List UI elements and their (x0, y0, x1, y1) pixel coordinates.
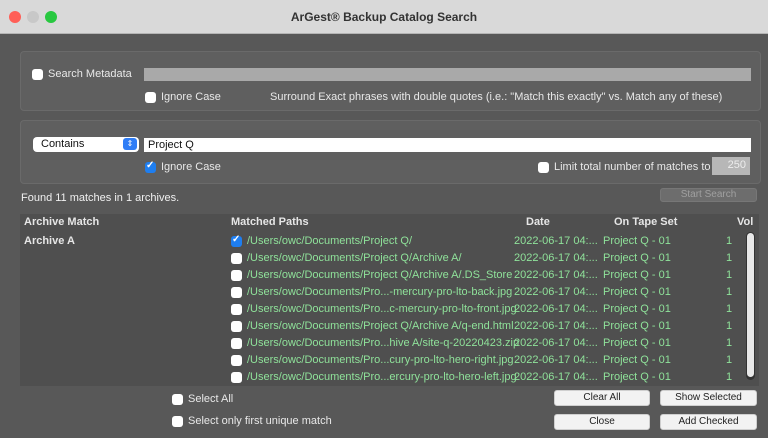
row-path: /Users/owc/Documents/Project Q/Archive A… (247, 320, 514, 332)
table-row[interactable]: /Users/owc/Documents/Pro...hive A/site-q… (20, 334, 759, 352)
column-header-tape[interactable]: On Tape Set (614, 216, 677, 228)
row-path: /Users/owc/Documents/Pro...-mercury-pro-… (247, 286, 513, 298)
results-status-text: Found 11 matches in 1 archives. (21, 192, 180, 204)
row-checkbox[interactable] (231, 338, 242, 349)
search-query-input[interactable]: Project Q (144, 138, 751, 152)
table-row[interactable]: /Users/owc/Documents/Project Q/Archive A… (20, 266, 759, 284)
match-mode-value: Contains (41, 138, 85, 150)
row-checkbox[interactable] (231, 253, 242, 264)
results-scrollbar[interactable] (746, 232, 755, 380)
window-title: ArGest® Backup Catalog Search (290, 10, 478, 24)
row-tape: Project Q - 01 (603, 235, 671, 247)
table-row[interactable]: /Users/owc/Documents/Pro...c-mercury-pro… (20, 300, 759, 318)
table-row[interactable]: /Users/owc/Documents/Project Q/Archive A… (20, 317, 759, 335)
row-vol: 1 (726, 320, 733, 332)
row-vol: 1 (726, 252, 733, 264)
row-path: /Users/owc/Documents/Project Q/Archive A… (247, 252, 462, 264)
close-button[interactable]: Close (554, 414, 650, 430)
row-tape: Project Q - 01 (603, 269, 671, 281)
add-checked-button[interactable]: Add Checked (660, 414, 757, 430)
match-mode-select[interactable]: Contains ⇕ (33, 137, 139, 152)
metadata-input[interactable] (144, 68, 751, 81)
results-scrollbar-thumb[interactable] (747, 233, 754, 377)
row-checkbox[interactable] (231, 372, 242, 383)
row-vol: 1 (726, 303, 733, 315)
row-checkbox[interactable] (231, 321, 242, 332)
column-header-vol[interactable]: Vol (737, 216, 753, 228)
row-checkbox[interactable] (231, 270, 242, 281)
row-path: /Users/owc/Documents/Pro...hive A/site-q… (247, 337, 520, 349)
row-vol: 1 (726, 235, 733, 247)
row-path: /Users/owc/Documents/Pro...ercury-pro-lt… (247, 371, 517, 383)
row-vol: 1 (726, 354, 733, 366)
query-panel (20, 120, 761, 184)
row-path: /Users/owc/Documents/Pro...c-mercury-pro… (247, 303, 517, 315)
row-date: 2022-06-17 04:... (514, 337, 598, 349)
row-date: 2022-06-17 04:... (514, 354, 598, 366)
query-ignore-case-label: Ignore Case (161, 161, 221, 173)
metadata-ignore-case-label: Ignore Case (161, 91, 221, 103)
row-path: /Users/owc/Documents/Project Q/Archive A… (247, 269, 513, 281)
select-first-unique-label: Select only first unique match (188, 415, 332, 427)
row-vol: 1 (726, 286, 733, 298)
column-header-paths[interactable]: Matched Paths (231, 216, 309, 228)
row-tape: Project Q - 01 (603, 252, 671, 264)
row-path: /Users/owc/Documents/Project Q/ (247, 235, 413, 247)
limit-matches-label: Limit total number of matches to (554, 161, 711, 173)
row-vol: 1 (726, 337, 733, 349)
row-tape: Project Q - 01 (603, 303, 671, 315)
table-row[interactable]: /Users/owc/Documents/Pro...cury-pro-lto-… (20, 351, 759, 369)
results-table: Archive Match Matched Paths Date On Tape… (20, 214, 759, 386)
title-bar: ArGest® Backup Catalog Search (0, 0, 768, 34)
row-vol: 1 (726, 371, 733, 383)
select-all-checkbox[interactable] (172, 394, 183, 405)
search-metadata-checkbox[interactable] (32, 69, 43, 80)
row-vol: 1 (726, 269, 733, 281)
table-row[interactable]: /Users/owc/Documents/Project Q/2022-06-1… (20, 232, 759, 250)
row-tape: Project Q - 01 (603, 286, 671, 298)
row-date: 2022-06-17 04:... (514, 371, 598, 383)
column-header-archive[interactable]: Archive Match (24, 216, 99, 228)
limit-matches-input[interactable]: 250 (712, 157, 750, 175)
search-metadata-label: Search Metadata (48, 68, 132, 80)
row-tape: Project Q - 01 (603, 320, 671, 332)
table-row[interactable]: /Users/owc/Documents/Project Q/Archive A… (20, 249, 759, 267)
start-search-button[interactable]: Start Search (660, 188, 757, 202)
row-checkbox[interactable] (231, 234, 242, 247)
row-date: 2022-06-17 04:... (514, 320, 598, 332)
row-date: 2022-06-17 04:... (514, 269, 598, 281)
metadata-ignore-case-checkbox[interactable] (145, 92, 156, 103)
query-ignore-case-checkbox[interactable] (145, 160, 156, 173)
clear-all-button[interactable]: Clear All (554, 390, 650, 406)
limit-matches-checkbox[interactable] (538, 162, 549, 173)
row-date: 2022-06-17 04:... (514, 235, 598, 247)
row-checkbox[interactable] (231, 304, 242, 315)
table-row[interactable]: /Users/owc/Documents/Pro...ercury-pro-lt… (20, 368, 759, 386)
chevron-updown-icon: ⇕ (123, 138, 137, 150)
row-date: 2022-06-17 04:... (514, 303, 598, 315)
row-tape: Project Q - 01 (603, 371, 671, 383)
search-hint-text: Surround Exact phrases with double quote… (270, 91, 723, 103)
select-first-unique-checkbox[interactable] (172, 416, 183, 427)
select-all-label: Select All (188, 393, 234, 405)
show-selected-button[interactable]: Show Selected (660, 390, 757, 406)
row-checkbox[interactable] (231, 355, 242, 366)
row-date: 2022-06-17 04:... (514, 286, 598, 298)
row-tape: Project Q - 01 (603, 337, 671, 349)
row-date: 2022-06-17 04:... (514, 252, 598, 264)
column-header-date[interactable]: Date (526, 216, 550, 228)
row-tape: Project Q - 01 (603, 354, 671, 366)
row-checkbox[interactable] (231, 287, 242, 298)
row-path: /Users/owc/Documents/Pro...cury-pro-lto-… (247, 354, 514, 366)
table-row[interactable]: /Users/owc/Documents/Pro...-mercury-pro-… (20, 283, 759, 301)
